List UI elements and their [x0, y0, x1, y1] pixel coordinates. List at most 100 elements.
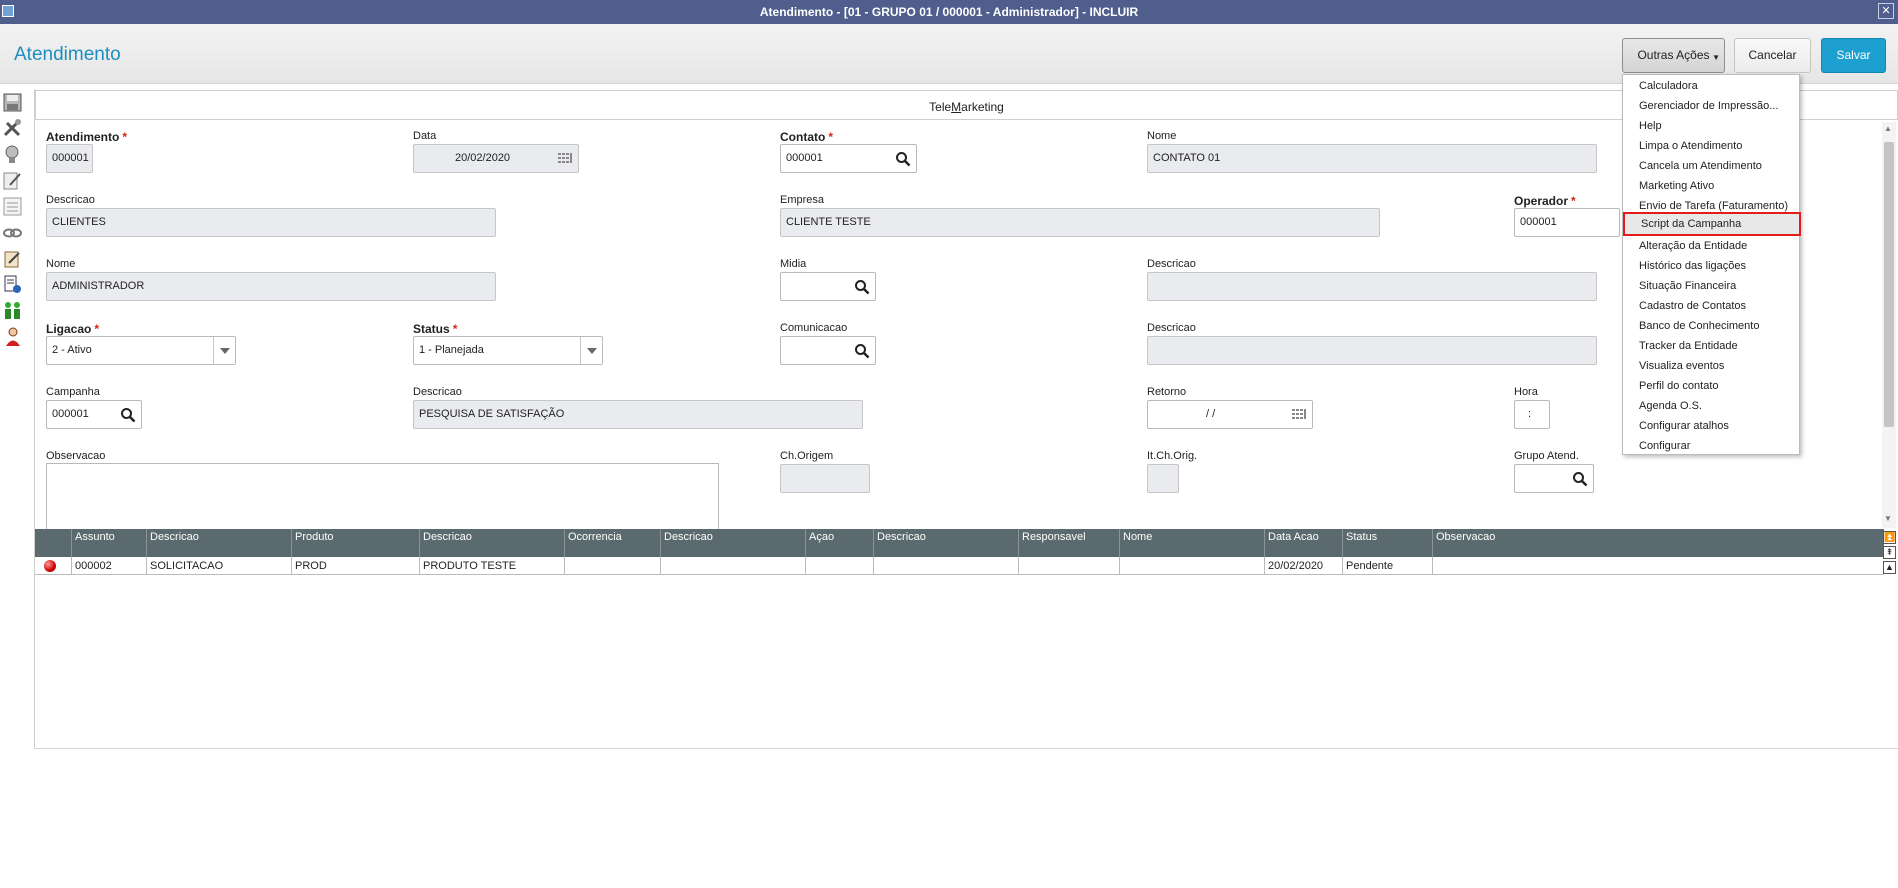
- grid-column-header[interactable]: Açao: [805, 529, 873, 557]
- contato-field[interactable]: 000001: [780, 144, 917, 173]
- grid-cell[interactable]: 20/02/2020: [1264, 557, 1342, 575]
- outras-acoes-button[interactable]: Outras Ações ▼: [1622, 38, 1725, 73]
- ch-origem-field[interactable]: [780, 464, 870, 493]
- grid-cell[interactable]: [660, 557, 805, 575]
- people-icon[interactable]: [2, 300, 23, 321]
- menu-item-script-campanha[interactable]: Script da Campanha: [1623, 212, 1801, 236]
- menu-item-cancela-atendimento[interactable]: Cancela um Atendimento: [1639, 156, 1762, 176]
- descricao-campanha-field[interactable]: PESQUISA DE SATISFAÇÃO: [413, 400, 863, 429]
- menu-item-marketing-ativo[interactable]: Marketing Ativo: [1639, 176, 1714, 196]
- midia-field[interactable]: [780, 272, 876, 301]
- search-icon[interactable]: [1572, 471, 1588, 487]
- grid-cell[interactable]: [873, 557, 1018, 575]
- descricao-cliente-field[interactable]: CLIENTES: [46, 208, 496, 237]
- grid-cell[interactable]: [805, 557, 873, 575]
- menu-item-visualiza-eventos[interactable]: Visualiza eventos: [1639, 356, 1724, 376]
- nome-contato-field[interactable]: CONTATO 01: [1147, 144, 1597, 173]
- atendimento-field[interactable]: 000001: [46, 144, 93, 173]
- campanha-field[interactable]: 000001: [46, 400, 142, 429]
- grid-column-header[interactable]: Descricao: [419, 529, 564, 557]
- search-icon[interactable]: [120, 407, 136, 423]
- grid-column-header[interactable]: Responsavel: [1018, 529, 1119, 557]
- nome-operador-field[interactable]: ADMINISTRADOR: [46, 272, 496, 301]
- calendar-icon[interactable]: [558, 153, 572, 165]
- cancel-button[interactable]: Cancelar: [1734, 38, 1811, 73]
- grid-cell[interactable]: [1119, 557, 1264, 575]
- grid-cell[interactable]: [1432, 557, 1884, 575]
- grid-column-header[interactable]: Status: [1342, 529, 1432, 557]
- scrollbar-thumb[interactable]: [1884, 142, 1894, 427]
- menu-item-alteracao-entidade[interactable]: Alteração da Entidade: [1639, 236, 1747, 256]
- menu-item-gerenciador-impressao[interactable]: Gerenciador de Impressão...: [1639, 96, 1778, 116]
- list-icon[interactable]: [2, 196, 23, 217]
- menu-item-calculadora[interactable]: Calculadora: [1639, 76, 1698, 96]
- scroll-up-icon[interactable]: ▲: [1884, 124, 1892, 133]
- menu-item-agenda-os[interactable]: Agenda O.S.: [1639, 396, 1702, 416]
- scroll-up-icon[interactable]: ▲: [1883, 561, 1896, 574]
- menu-item-configurar-atalhos[interactable]: Configurar atalhos: [1639, 416, 1729, 436]
- grid-cell[interactable]: PRODUTO TESTE: [419, 557, 564, 575]
- document-add-icon[interactable]: [2, 274, 23, 295]
- grupo-atend-label: Grupo Atend.: [1514, 450, 1579, 462]
- menu-item-situacao-financeira[interactable]: Situação Financeira: [1639, 276, 1736, 296]
- hora-field[interactable]: :: [1514, 400, 1550, 429]
- grid-cell[interactable]: SOLICITACAO: [146, 557, 291, 575]
- grid-column-header[interactable]: Ocorrencia: [564, 529, 660, 557]
- descricao-midia-field[interactable]: [1147, 272, 1597, 301]
- search-icon[interactable]: [854, 279, 870, 295]
- window-titlebar: Atendimento - [01 - GRUPO 01 / 000001 - …: [0, 0, 1898, 24]
- search-icon[interactable]: [895, 151, 911, 167]
- data-field[interactable]: 20/02/2020: [413, 144, 579, 173]
- menu-item-configurar[interactable]: Configurar: [1639, 436, 1690, 456]
- operador-field[interactable]: 000001: [1514, 208, 1620, 237]
- clipboard-edit-icon[interactable]: [2, 248, 23, 269]
- menu-item-limpa-atendimento[interactable]: Limpa o Atendimento: [1639, 136, 1742, 156]
- grid-cell[interactable]: Pendente: [1342, 557, 1432, 575]
- it-ch-orig-field[interactable]: [1147, 464, 1179, 493]
- grid-cell[interactable]: [1018, 557, 1119, 575]
- menu-item-perfil-contato[interactable]: Perfil do contato: [1639, 376, 1719, 396]
- menu-item-cadastro-contatos[interactable]: Cadastro de Contatos: [1639, 296, 1746, 316]
- save-icon[interactable]: [2, 92, 23, 113]
- calendar-icon[interactable]: [1292, 409, 1306, 421]
- retorno-field[interactable]: / /: [1147, 400, 1313, 429]
- menu-item-tracker-entidade[interactable]: Tracker da Entidade: [1639, 336, 1738, 356]
- scroll-top-icon[interactable]: ⏫: [1883, 531, 1896, 544]
- close-icon[interactable]: ✕: [1878, 3, 1894, 19]
- menu-item-help[interactable]: Help: [1639, 116, 1662, 136]
- grid-cell[interactable]: PROD: [291, 557, 419, 575]
- tools-icon[interactable]: [2, 118, 23, 139]
- scroll-page-up-icon[interactable]: ⇞: [1883, 546, 1896, 559]
- search-icon[interactable]: [854, 343, 870, 359]
- comunicacao-field[interactable]: [780, 336, 876, 365]
- lightbulb-icon[interactable]: [2, 144, 23, 165]
- empresa-field[interactable]: CLIENTE TESTE: [780, 208, 1380, 237]
- save-button[interactable]: Salvar: [1821, 38, 1886, 73]
- dropdown-arrow-icon[interactable]: [580, 337, 602, 364]
- descricao-comunicacao-field[interactable]: [1147, 336, 1597, 365]
- observacao-textarea[interactable]: [46, 463, 719, 533]
- tab-telemarketing[interactable]: TeleMarketing: [35, 90, 1898, 120]
- grupo-atend-field[interactable]: [1514, 464, 1594, 493]
- menu-item-historico-ligacoes[interactable]: Histórico das ligações: [1639, 256, 1746, 276]
- edit-note-icon[interactable]: [2, 170, 23, 191]
- chain-icon[interactable]: [2, 222, 23, 243]
- grid-column-header[interactable]: Observacao: [1432, 529, 1884, 557]
- grid-column-header[interactable]: Produto: [291, 529, 419, 557]
- ligacao-select[interactable]: 2 - Ativo: [46, 336, 236, 365]
- scroll-down-icon[interactable]: ▼: [1884, 514, 1892, 523]
- grid-cell[interactable]: 000002: [71, 557, 146, 575]
- grid-cell[interactable]: [564, 557, 660, 575]
- status-select[interactable]: 1 - Planejada: [413, 336, 603, 365]
- agent-icon[interactable]: [2, 326, 23, 347]
- grid-column-header[interactable]: Assunto: [71, 529, 146, 557]
- menu-item-banco-conhecimento[interactable]: Banco de Conhecimento: [1639, 316, 1759, 336]
- form-scrollbar[interactable]: ▲ ▼: [1882, 122, 1896, 528]
- grid-column-header[interactable]: Nome: [1119, 529, 1264, 557]
- grid-column-header[interactable]: Data Acao: [1264, 529, 1342, 557]
- grid-column-header[interactable]: Descricao: [660, 529, 805, 557]
- table-row[interactable]: 000002 SOLICITACAO PROD PRODUTO TESTE 20…: [35, 557, 1884, 575]
- grid-column-header[interactable]: Descricao: [146, 529, 291, 557]
- dropdown-arrow-icon[interactable]: [213, 337, 235, 364]
- grid-column-header[interactable]: Descricao: [873, 529, 1018, 557]
